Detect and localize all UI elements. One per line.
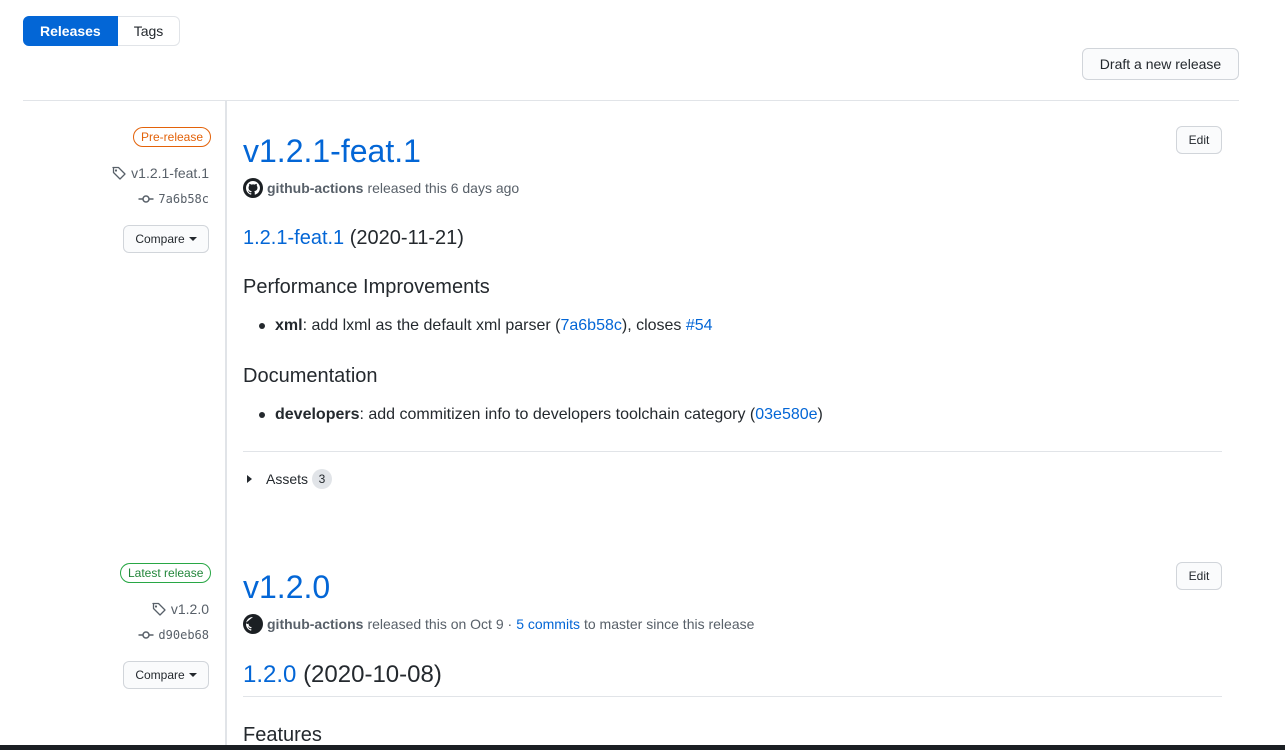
release-commit-link[interactable]: d90eb68 [138, 627, 209, 643]
tag-name: v1.2.1-feat.1 [131, 165, 209, 181]
release-byline: github-actions released this on Oct 9 · … [243, 614, 754, 634]
caret-down-icon [188, 673, 197, 677]
issue-link[interactable]: #54 [686, 317, 713, 335]
changelog-version-heading: 1.2.0 (2020-10-08) [243, 661, 442, 689]
release-time-text: released this 6 days ago [367, 180, 520, 196]
changelog-date: (2020-10-08) [303, 661, 442, 688]
assets-divider [243, 451, 1222, 452]
changelog-version-link[interactable]: 1.2.1-feat.1 [243, 227, 344, 249]
window-bottom-edge [0, 745, 1285, 750]
commit-sha: d90eb68 [158, 628, 209, 642]
assets-label: Assets [266, 471, 309, 487]
section-heading: Features [243, 724, 322, 746]
changelog-version-heading: 1.2.1-feat.1 (2020-11-21) [243, 227, 464, 250]
compare-button[interactable]: Compare [123, 661, 209, 689]
bullet-icon [259, 323, 265, 329]
draft-new-release-button[interactable]: Draft a new release [1082, 48, 1239, 80]
prerelease-badge: Pre-release [133, 127, 212, 147]
item-text-after: ), closes [621, 317, 686, 334]
commit-link[interactable]: 03e580e [755, 406, 817, 424]
assets-count: 3 [312, 469, 333, 489]
compare-label: Compare [135, 668, 185, 682]
heading-divider [243, 696, 1222, 697]
release-time-text: released this on Oct 9 · [367, 616, 513, 632]
commit-link[interactable]: 7a6b58c [560, 317, 621, 335]
edit-release-button[interactable]: Edit [1176, 126, 1222, 154]
author-link[interactable]: github-actions [267, 180, 363, 196]
tab-releases[interactable]: Releases [23, 16, 118, 46]
latest-release-badge: Latest release [120, 563, 212, 583]
release-title-link[interactable]: v1.2.1-feat.1 [243, 131, 421, 171]
commits-since-text: to master since this release [583, 616, 755, 632]
github-logo-icon [246, 181, 260, 195]
tag-name: v1.2.0 [170, 601, 209, 617]
assets-toggle[interactable]: Assets 3 [247, 469, 333, 489]
release-title-link[interactable]: v1.2.0 [243, 567, 330, 607]
section-heading: Documentation [243, 365, 378, 387]
edit-release-button[interactable]: Edit [1176, 562, 1222, 590]
releases-tags-subnav: Releases Tags [23, 16, 181, 46]
item-scope: xml [275, 317, 303, 334]
tag-icon [111, 165, 127, 181]
bullet-icon [259, 412, 265, 418]
header-divider [23, 100, 1239, 101]
item-text: : add lxml as the default xml parser ( [302, 317, 561, 334]
avatar[interactable] [243, 614, 263, 634]
changelog-version-link[interactable]: 1.2.0 [243, 661, 296, 688]
tag-icon [151, 601, 167, 617]
release-tag-link[interactable]: v1.2.1-feat.1 [111, 165, 209, 181]
section-heading: Performance Improvements [243, 276, 490, 298]
timeline-line [225, 101, 227, 750]
item-text: : add commitizen info to developers tool… [359, 406, 756, 423]
list-item: xml : add lxml as the default xml parser… [259, 317, 713, 335]
changelog-date: (2020-11-21) [349, 227, 464, 249]
commit-sha: 7a6b58c [158, 192, 209, 206]
avatar[interactable] [243, 178, 263, 198]
list-item: developers : add commitizen info to deve… [259, 406, 823, 424]
compare-label: Compare [135, 232, 185, 246]
commit-icon [138, 627, 154, 643]
release-commit-link[interactable]: 7a6b58c [138, 191, 209, 207]
github-logo-icon [246, 617, 253, 631]
item-scope: developers [275, 406, 360, 423]
commits-since-link[interactable]: 5 commits [516, 616, 580, 632]
caret-down-icon [188, 237, 197, 241]
compare-button[interactable]: Compare [123, 225, 209, 253]
release-byline: github-actions released this 6 days ago [243, 178, 519, 198]
tab-tags[interactable]: Tags [117, 16, 181, 46]
commit-icon [138, 191, 154, 207]
author-link[interactable]: github-actions [267, 616, 363, 632]
release-tag-link[interactable]: v1.2.0 [151, 601, 209, 617]
item-text-after: ) [817, 406, 823, 423]
triangle-right-icon [247, 475, 252, 483]
